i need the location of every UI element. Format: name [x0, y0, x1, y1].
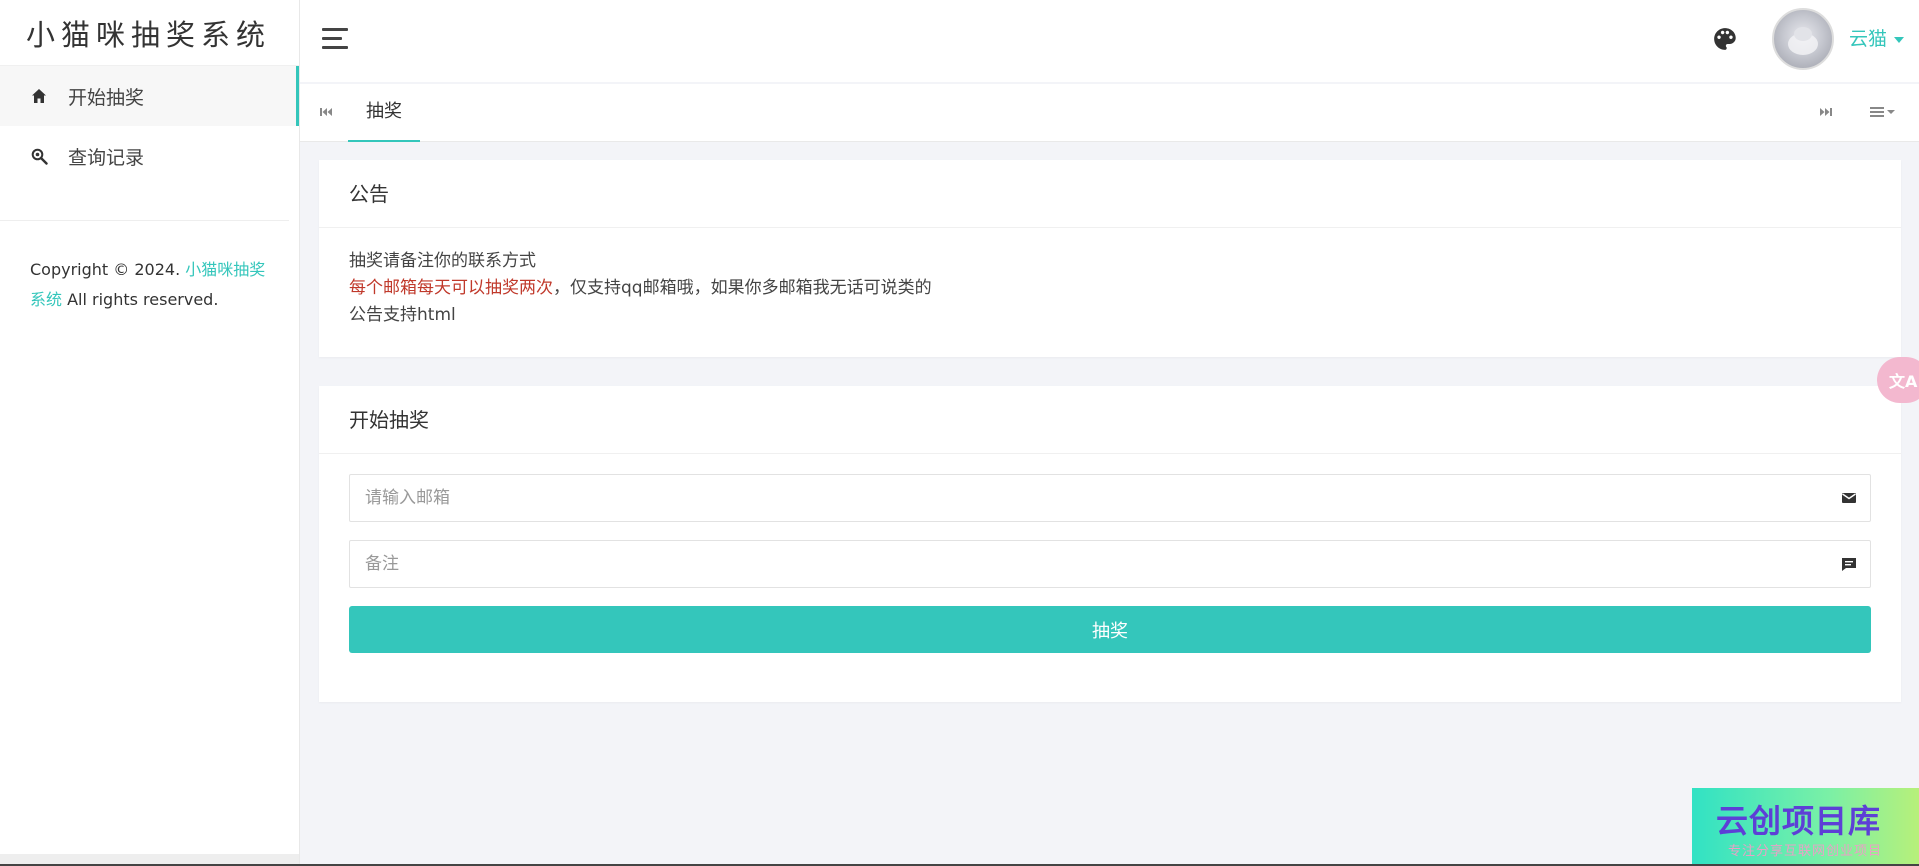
notice-body: 抽奖请备注你的联系方式 每个邮箱每天可以抽奖两次，仅支持qq邮箱哦，如果你多邮箱…: [319, 228, 1901, 329]
watermark-title: 云创项目库: [1716, 802, 1882, 840]
tab-lottery[interactable]: 抽奖: [348, 84, 420, 142]
notice-line-3: 公告支持html: [349, 305, 456, 325]
watermark-logo: 云创项目库 专注分享互联网创业项目: [1692, 788, 1919, 866]
copyright-prefix: Copyright © 2024.: [30, 260, 186, 279]
tab-bar: 抽奖: [300, 84, 1919, 142]
sidebar-item-query-records[interactable]: 查询记录: [0, 126, 299, 186]
notice-line-2: 每个邮箱每天可以抽奖两次，仅支持qq邮箱哦，如果你多邮箱我无话可说类的: [349, 275, 1871, 302]
notice-line-1: 抽奖请备注你的联系方式: [349, 251, 536, 271]
tab-options-icon[interactable]: [1868, 104, 1900, 120]
search-icon: [30, 147, 48, 165]
remark-input[interactable]: [350, 541, 1870, 587]
notice-card: 公告 抽奖请备注你的联系方式 每个邮箱每天可以抽奖两次，仅支持qq邮箱哦，如果你…: [319, 160, 1901, 357]
user-menu[interactable]: 云猫: [1849, 24, 1905, 51]
watermark-subtitle: 专注分享互联网创业项目: [1728, 844, 1883, 859]
email-input[interactable]: [350, 475, 1870, 521]
user-name: 云猫: [1849, 28, 1888, 50]
home-icon: [30, 87, 48, 105]
translate-float-button[interactable]: 文A: [1877, 357, 1919, 403]
lottery-card: 开始抽奖 抽奖: [319, 386, 1901, 702]
mail-icon: [1840, 489, 1858, 507]
sidebar-item-start-lottery[interactable]: 开始抽奖: [0, 66, 299, 126]
notice-highlight: 每个邮箱每天可以抽奖两次: [349, 278, 553, 298]
sidebar-item-label: 开始抽奖: [68, 86, 145, 109]
sidebar-item-label: 查询记录: [68, 146, 145, 169]
translate-icon: 文A: [1889, 372, 1918, 391]
draw-button[interactable]: 抽奖: [349, 606, 1871, 653]
lottery-title: 开始抽奖: [319, 386, 1901, 454]
chevron-down-icon: [1894, 36, 1905, 43]
email-field-wrapper: [349, 474, 1871, 522]
notice-line-2-rest: ，仅支持qq邮箱哦，如果你多邮箱我无话可说类的: [553, 278, 932, 298]
tab-prev-icon[interactable]: [318, 104, 334, 120]
palette-icon[interactable]: [1712, 26, 1738, 52]
app-logo[interactable]: 小猫咪抽奖系统: [0, 0, 299, 66]
comment-icon: [1840, 555, 1858, 573]
top-header: 云猫: [300, 0, 1919, 82]
copyright-suffix: All rights reserved.: [62, 290, 219, 309]
remark-field-wrapper: [349, 540, 1871, 588]
avatar[interactable]: [1772, 8, 1834, 70]
sidebar: 小猫咪抽奖系统 开始抽奖 查询记录 Copyright © 2024. 小猫咪抽…: [0, 0, 300, 866]
hamburger-icon[interactable]: [322, 28, 348, 50]
tab-next-icon[interactable]: [1818, 104, 1834, 120]
copyright: Copyright © 2024. 小猫咪抽奖系统 All rights res…: [0, 221, 299, 315]
notice-title: 公告: [319, 160, 1901, 228]
